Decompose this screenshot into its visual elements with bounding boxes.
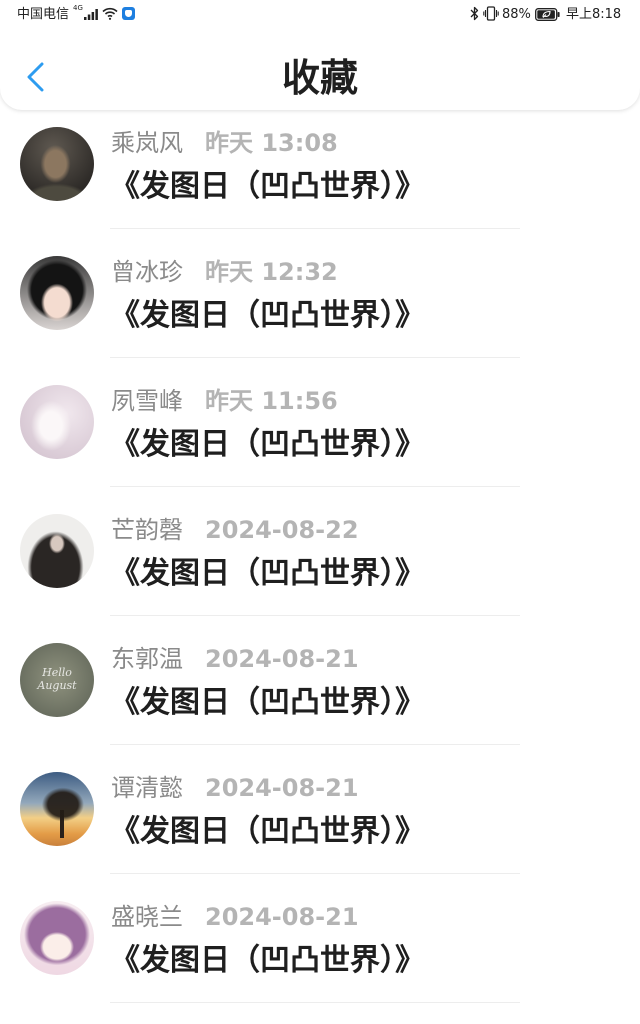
item-meta: 东郭温 2024-08-21 xyxy=(111,644,359,674)
author-name: 夙雪峰 xyxy=(111,387,183,415)
page-title: 收藏 xyxy=(281,56,358,100)
clock-label: 早上8:18 xyxy=(566,7,622,22)
favorite-item[interactable]: Hello August 东郭温 2024-08-21 《发图日（凹凸世界）》 xyxy=(0,616,640,745)
favorites-list: 乘岚风 昨天 13:08 《发图日（凹凸世界）》 曾冰珍 昨天 12:32 《发… xyxy=(0,100,640,1003)
favorite-item[interactable]: 谭清懿 2024-08-21 《发图日（凹凸世界）》 xyxy=(0,745,640,874)
timestamp: 昨天 12:32 xyxy=(205,258,338,286)
signal-icon xyxy=(84,9,98,20)
app-header: 中国电信 4G 88% 早上8:18 收藏 xyxy=(0,0,640,110)
avatar[interactable] xyxy=(20,127,94,201)
avatar-caption-line: Hello xyxy=(42,666,72,679)
vibrate-icon xyxy=(483,6,499,21)
timestamp: 2024-08-21 xyxy=(205,645,359,673)
timestamp: 2024-08-21 xyxy=(205,774,359,802)
favorite-item[interactable]: 盛晓兰 2024-08-21 《发图日（凹凸世界）》 xyxy=(0,874,640,1003)
avatar[interactable] xyxy=(20,385,94,459)
post-title: 《发图日（凹凸世界）》 xyxy=(110,298,425,333)
author-name: 盛晓兰 xyxy=(111,903,183,931)
favorite-item[interactable]: 夙雪峰 昨天 11:56 《发图日（凹凸世界）》 xyxy=(0,358,640,487)
post-title: 《发图日（凹凸世界）》 xyxy=(110,169,425,204)
post-title: 《发图日（凹凸世界）》 xyxy=(110,685,425,720)
favorite-item[interactable]: 曾冰珍 昨天 12:32 《发图日（凹凸世界）》 xyxy=(0,229,640,358)
author-name: 曾冰珍 xyxy=(111,258,183,286)
avatar[interactable] xyxy=(20,772,94,846)
avatar[interactable] xyxy=(20,901,94,975)
post-title: 《发图日（凹凸世界）》 xyxy=(110,427,425,462)
item-meta: 芒韵磬 2024-08-22 xyxy=(111,515,359,545)
carrier-label: 中国电信 xyxy=(17,7,70,22)
item-meta: 谭清懿 2024-08-21 xyxy=(111,773,359,803)
post-title: 《发图日（凹凸世界）》 xyxy=(110,556,425,591)
author-name: 乘岚风 xyxy=(111,129,183,157)
item-meta: 曾冰珍 昨天 12:32 xyxy=(111,257,338,287)
avatar[interactable]: Hello August xyxy=(20,643,94,717)
timestamp: 昨天 11:56 xyxy=(205,387,338,415)
author-name: 芒韵磬 xyxy=(111,516,183,544)
battery-icon xyxy=(535,8,560,21)
status-bar: 中国电信 4G 88% 早上8:18 xyxy=(0,0,640,30)
timestamp: 2024-08-22 xyxy=(205,516,359,544)
author-name: 谭清懿 xyxy=(111,774,183,802)
item-meta: 乘岚风 昨天 13:08 xyxy=(111,128,338,158)
app-notification-icon xyxy=(122,7,135,20)
avatar[interactable] xyxy=(20,256,94,330)
favorite-item[interactable]: 乘岚风 昨天 13:08 《发图日（凹凸世界）》 xyxy=(0,100,640,229)
bluetooth-icon xyxy=(470,6,479,21)
author-name: 东郭温 xyxy=(111,645,183,673)
timestamp: 昨天 13:08 xyxy=(205,129,338,157)
timestamp: 2024-08-21 xyxy=(205,903,359,931)
favorite-item[interactable]: 芒韵磬 2024-08-22 《发图日（凹凸世界）》 xyxy=(0,487,640,616)
post-title: 《发图日（凹凸世界）》 xyxy=(110,814,425,849)
wifi-icon xyxy=(102,7,118,20)
item-meta: 夙雪峰 昨天 11:56 xyxy=(111,386,338,416)
avatar[interactable] xyxy=(20,514,94,588)
battery-level-label: 88% xyxy=(502,7,531,22)
divider xyxy=(110,1002,520,1003)
network-type-label: 4G xyxy=(73,4,83,12)
post-title: 《发图日（凹凸世界）》 xyxy=(110,943,425,978)
avatar-caption-line: August xyxy=(37,679,77,692)
item-meta: 盛晓兰 2024-08-21 xyxy=(111,902,359,932)
